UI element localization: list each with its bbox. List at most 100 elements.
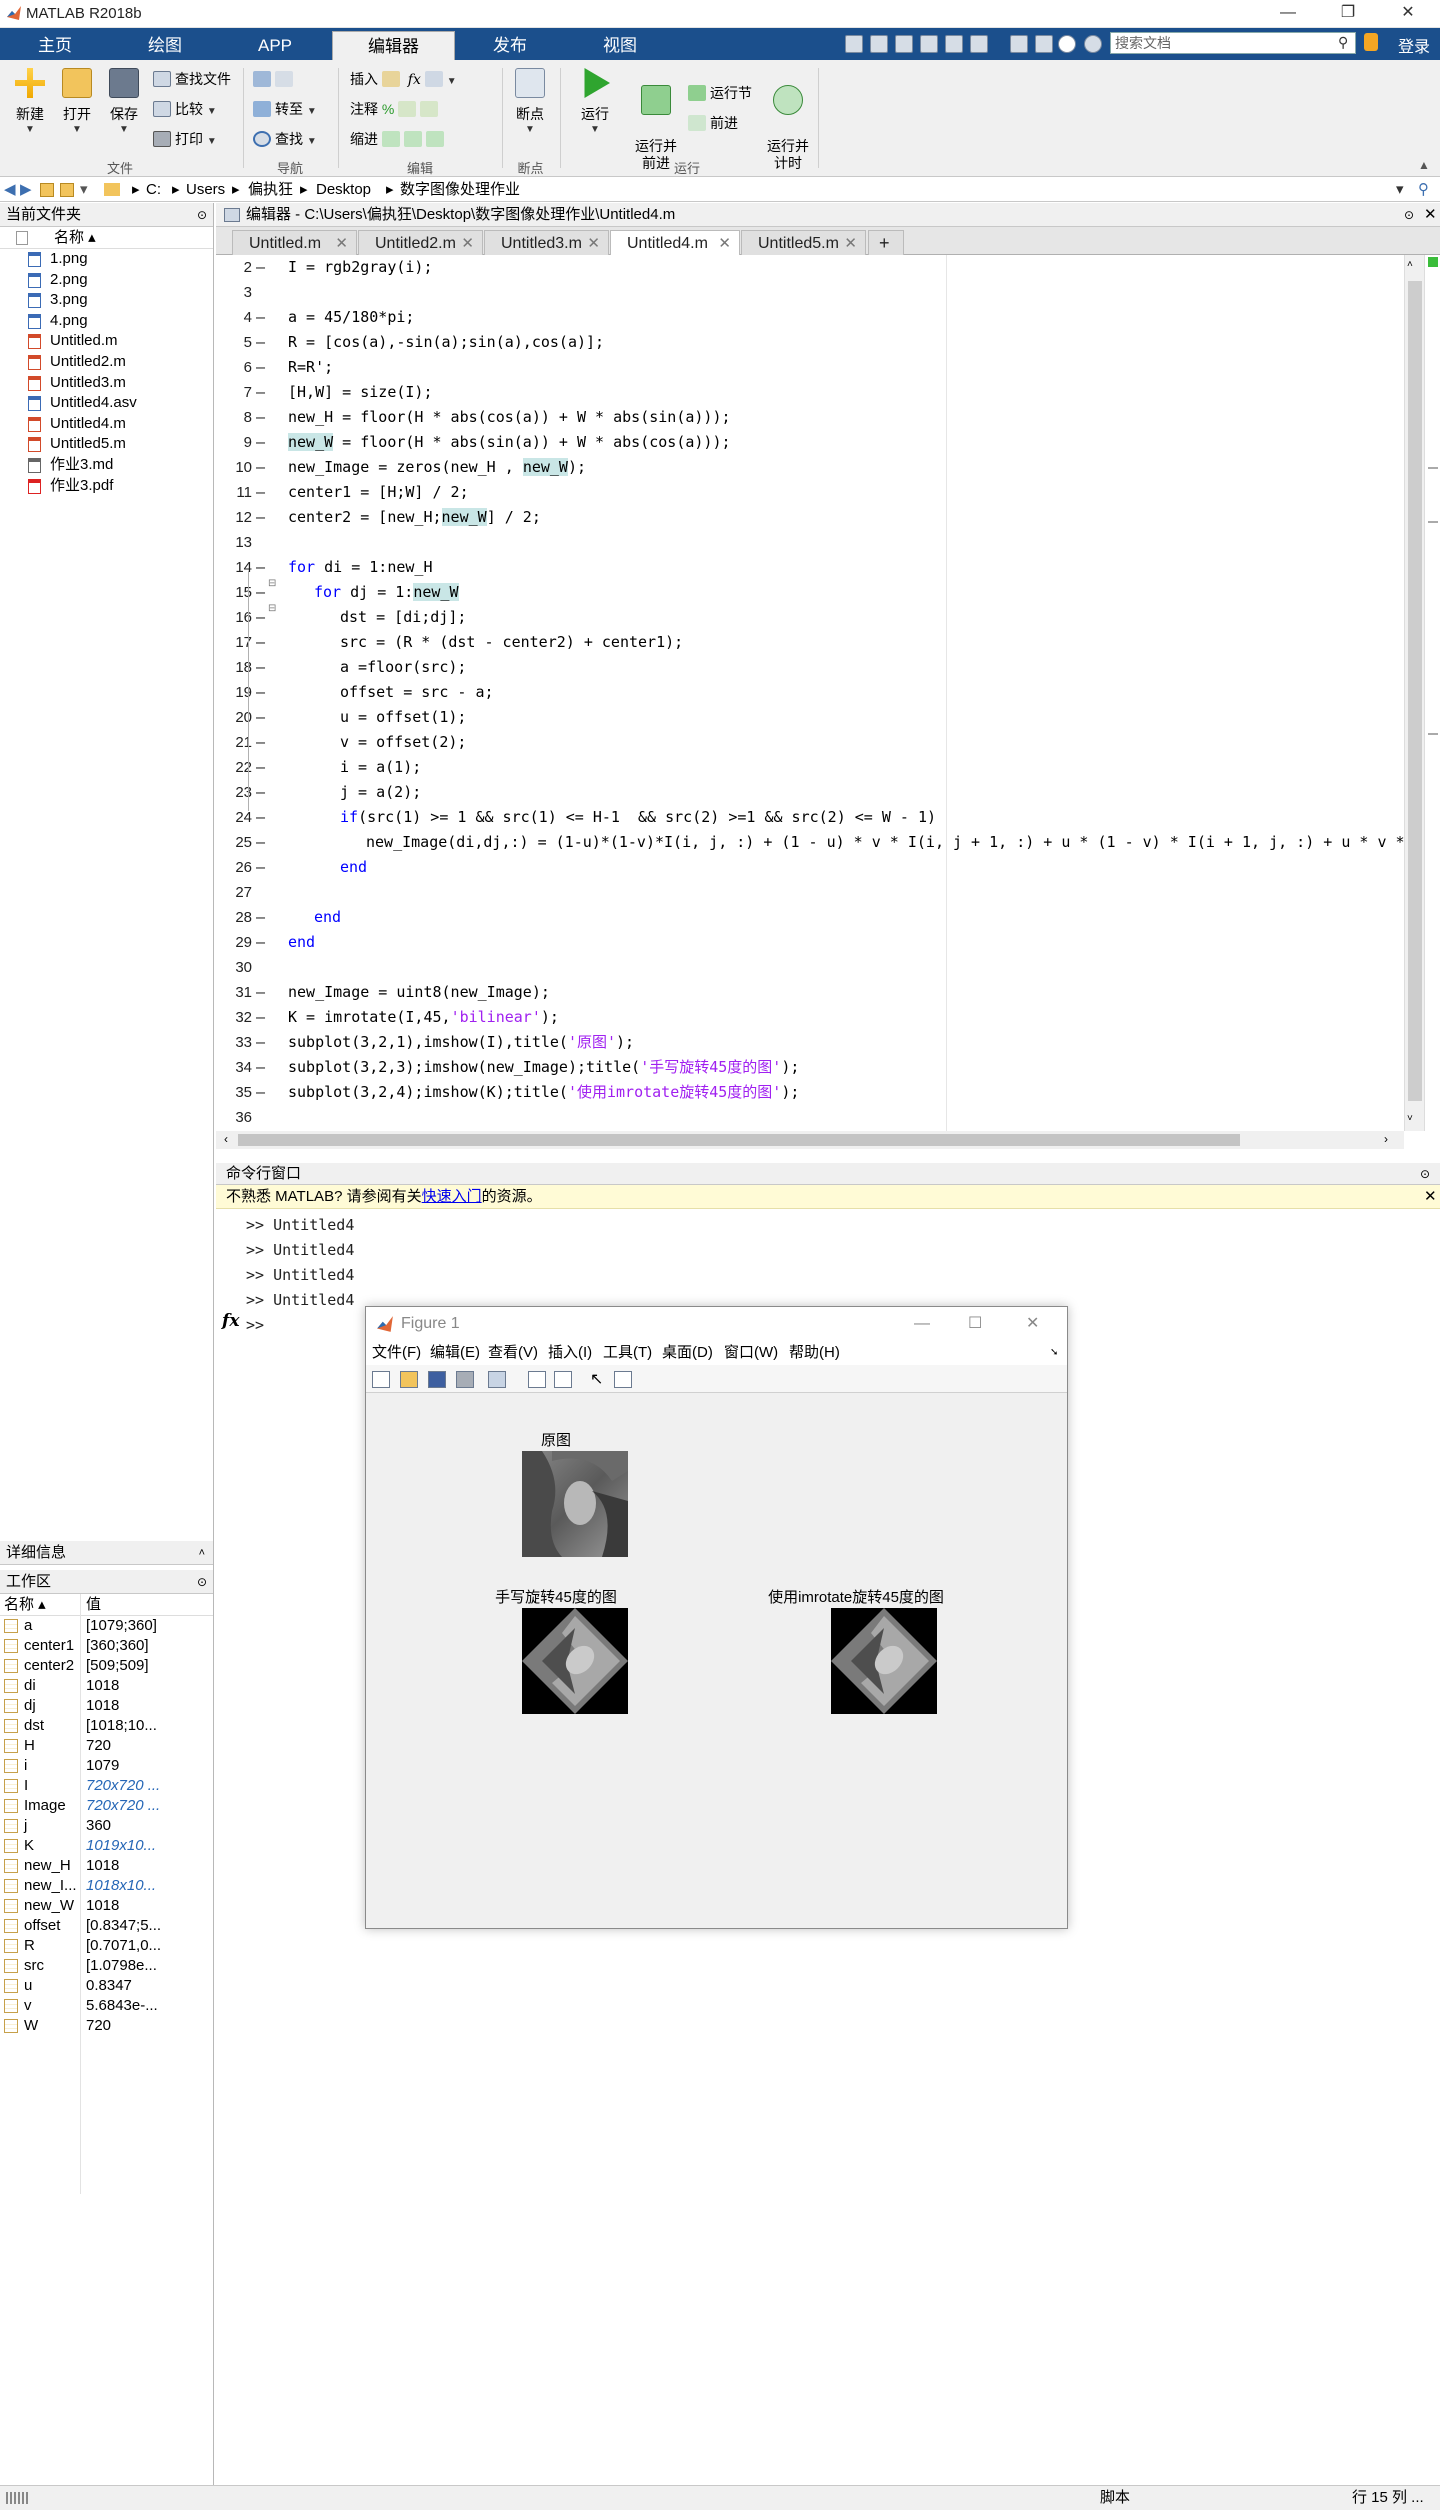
figure-close-button[interactable]: ✕	[1026, 1307, 1039, 1341]
code-line[interactable]: 22— i = a(1);	[216, 755, 1406, 780]
indent-button[interactable]: 缩进	[350, 128, 448, 150]
quick-start-link[interactable]: 快速入门	[422, 1188, 482, 1205]
close-tab-icon[interactable]: ✕	[844, 231, 857, 256]
code-line[interactable]: 23— j = a(2);	[216, 780, 1406, 805]
line-number[interactable]: 16	[216, 605, 252, 630]
code-line[interactable]: 4— a = 45/180*pi;	[216, 305, 1406, 330]
code-line[interactable]: 15— for dj = 1:new_W	[216, 580, 1406, 605]
line-number[interactable]: 22	[216, 755, 252, 780]
menu-insert[interactable]: 插入(I)	[548, 1341, 592, 1365]
line-number[interactable]: 9	[216, 430, 252, 455]
figure-window[interactable]: Figure 1 — ☐ ✕ 文件(F) 编辑(E) 查看(V) 插入(I) 工…	[365, 1306, 1068, 1929]
code-line[interactable]: 25— new_Image(di,dj,:) = (1-u)*(1-v)*I(i,…	[216, 830, 1406, 855]
editor-tab-active[interactable]: Untitled4.m ✕	[610, 230, 740, 255]
close-tab-icon[interactable]: ✕	[718, 231, 731, 256]
scroll-left-icon[interactable]: ‹	[224, 1132, 228, 1146]
smart-indent-icon[interactable]	[381, 131, 400, 147]
breakpoints-button[interactable]: 断点 ▼	[505, 68, 555, 135]
code-line[interactable]: 8— new_H = floor(H * abs(cos(a)) + W * ab…	[216, 405, 1406, 430]
wrap-comments-icon[interactable]	[420, 101, 439, 117]
details-header[interactable]: 详细信息 ˄	[0, 1541, 213, 1565]
line-number[interactable]: 26	[216, 855, 252, 880]
close-tab-icon[interactable]: ✕	[587, 231, 600, 256]
breadcrumb-drive[interactable]: C:	[146, 178, 161, 202]
search-documentation-input[interactable]: 搜索文档	[1110, 32, 1356, 54]
file-row[interactable]: 3.png	[0, 290, 213, 311]
new-button[interactable]: 新建 ▼	[8, 68, 52, 135]
back-forward-buttons[interactable]	[253, 68, 297, 90]
scroll-thumb[interactable]	[238, 1134, 1240, 1146]
breakpoint-slot[interactable]: —	[256, 905, 265, 930]
editor-tab[interactable]: Untitled3.m ✕	[484, 230, 609, 255]
editor-tab[interactable]: Untitled.m ✕	[232, 230, 357, 255]
comment-percent-icon[interactable]: %	[382, 101, 394, 117]
code-line[interactable]: 31— new_Image = uint8(new_Image);	[216, 980, 1406, 1005]
close-editor-icon[interactable]: ✕	[1424, 203, 1437, 227]
save-quick-icon[interactable]	[845, 35, 863, 53]
breakpoint-slot[interactable]: —	[256, 805, 265, 830]
close-info-icon[interactable]: ✕	[1424, 1185, 1437, 1209]
code-line[interactable]: 10— new_Image = zeros(new_H , new_W);	[216, 455, 1406, 480]
breakpoint-slot[interactable]: —	[256, 430, 265, 455]
code-line[interactable]: 6— R=R';	[216, 355, 1406, 380]
line-number[interactable]: 32	[216, 1005, 252, 1030]
code-line[interactable]: 16— dst = [di;dj];	[216, 605, 1406, 630]
code-line[interactable]: 35— subplot(3,2,4);imshow(K);title('使用imr…	[216, 1080, 1406, 1105]
print-figure-icon[interactable]	[456, 1371, 474, 1388]
code-line[interactable]: 2— I = rgb2gray(i);	[216, 255, 1406, 280]
folder-column-header[interactable]: 名称 ▴	[0, 227, 213, 249]
code-area[interactable]: 2— I = rgb2gray(i); 3 4— a = 45/180*pi; 5— R =…	[216, 255, 1406, 1131]
search-folder-icon[interactable]: ⚲	[1418, 178, 1429, 202]
breakpoint-slot[interactable]: —	[256, 1080, 265, 1105]
code-line[interactable]: 21— v = offset(2);	[216, 730, 1406, 755]
menu-tools[interactable]: 工具(T)	[603, 1341, 652, 1365]
menu-help[interactable]: 帮助(H)	[789, 1341, 840, 1365]
line-number[interactable]: 4	[216, 305, 252, 330]
help-icon[interactable]	[1058, 35, 1076, 53]
property-editor-icon[interactable]	[614, 1371, 632, 1388]
breakpoint-slot[interactable]: —	[256, 755, 265, 780]
dock-arrow-icon[interactable]: ➘	[1050, 1341, 1058, 1365]
close-tab-icon[interactable]: ✕	[335, 231, 348, 256]
line-number[interactable]: 30	[216, 955, 252, 980]
workspace-variable-row[interactable]: di 1018	[0, 1676, 213, 1696]
increase-indent-icon[interactable]	[403, 131, 422, 147]
new-tab-button[interactable]: +	[868, 230, 904, 255]
workspace-variable-row[interactable]: new_H 1018	[0, 1856, 213, 1876]
workspace-variable-row[interactable]: u 0.8347	[0, 1976, 213, 1996]
line-number[interactable]: 20	[216, 705, 252, 730]
search-icon[interactable]: ⚲	[1338, 34, 1348, 51]
code-line[interactable]: 18— a =floor(src);	[216, 655, 1406, 680]
breakpoint-slot[interactable]: —	[256, 780, 265, 805]
redo-quick-icon[interactable]	[970, 35, 988, 53]
code-line[interactable]: 29— end	[216, 930, 1406, 955]
compare-button[interactable]: 比较 ▼	[153, 98, 217, 120]
breakpoint-slot[interactable]: —	[256, 830, 265, 855]
tab-editor[interactable]: 编辑器	[332, 31, 455, 60]
editor-horizontal-scrollbar[interactable]: ‹ ›	[216, 1131, 1404, 1149]
tab-view[interactable]: 视图	[580, 31, 660, 60]
save-figure-icon[interactable]	[428, 1371, 446, 1388]
editor-tab[interactable]: Untitled2.m ✕	[358, 230, 483, 255]
line-number[interactable]: 21	[216, 730, 252, 755]
line-number[interactable]: 11	[216, 480, 252, 505]
workspace-variable-row[interactable]: v 5.6843e-...	[0, 1996, 213, 2016]
code-line[interactable]: 30	[216, 955, 1406, 980]
name-column-header[interactable]: 名称 ▴	[4, 1594, 46, 1616]
line-number[interactable]: 33	[216, 1030, 252, 1055]
line-number[interactable]: 15	[216, 580, 252, 605]
line-number[interactable]: 29	[216, 930, 252, 955]
workspace-variable-row[interactable]: j 360	[0, 1816, 213, 1836]
file-row[interactable]: 作业3.pdf	[0, 476, 213, 497]
workspace-variable-row[interactable]: new_I... 1018x10...	[0, 1876, 213, 1896]
code-line[interactable]: 7— [H,W] = size(I);	[216, 380, 1406, 405]
fx-icon[interactable]: fx	[222, 1311, 239, 1331]
workspace-variable-row[interactable]: K 1019x10...	[0, 1836, 213, 1856]
code-line[interactable]: 33— subplot(3,2,1),imshow(I),title('原图');	[216, 1030, 1406, 1055]
code-line[interactable]: 32— K = imrotate(I,45,'bilinear');	[216, 1005, 1406, 1030]
fold-toggle-icon[interactable]: ⊟	[268, 578, 276, 589]
scroll-right-icon[interactable]: ›	[1384, 1132, 1388, 1146]
breakpoint-slot[interactable]: —	[256, 655, 265, 680]
code-line[interactable]: 26— end	[216, 855, 1406, 880]
line-number[interactable]: 14	[216, 555, 252, 580]
